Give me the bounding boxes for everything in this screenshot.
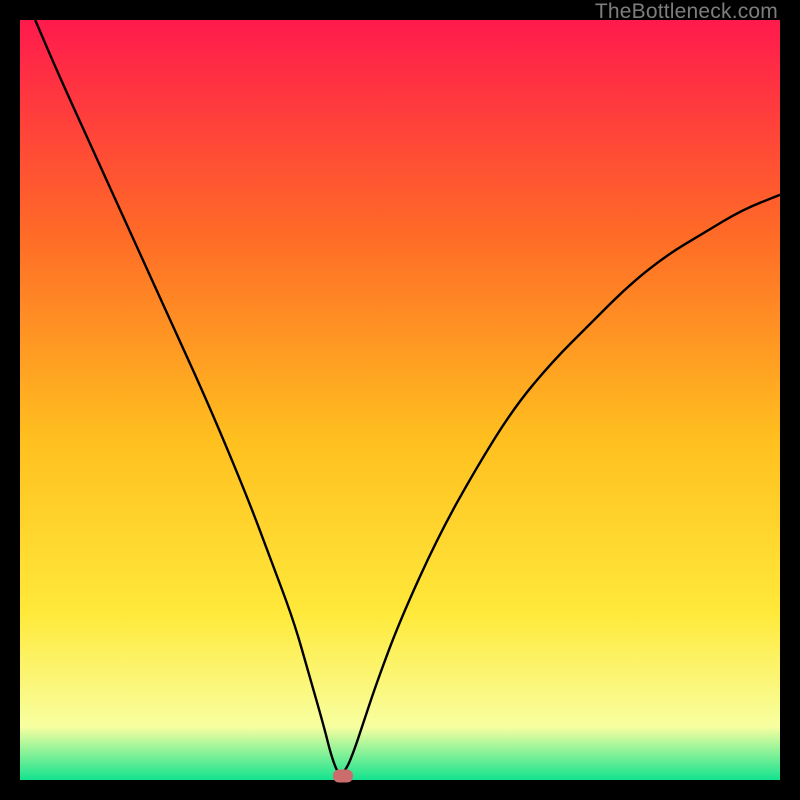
chart-frame [20,20,780,780]
chart-svg [20,20,780,780]
optimal-marker [333,770,353,783]
chart-background [20,20,780,780]
